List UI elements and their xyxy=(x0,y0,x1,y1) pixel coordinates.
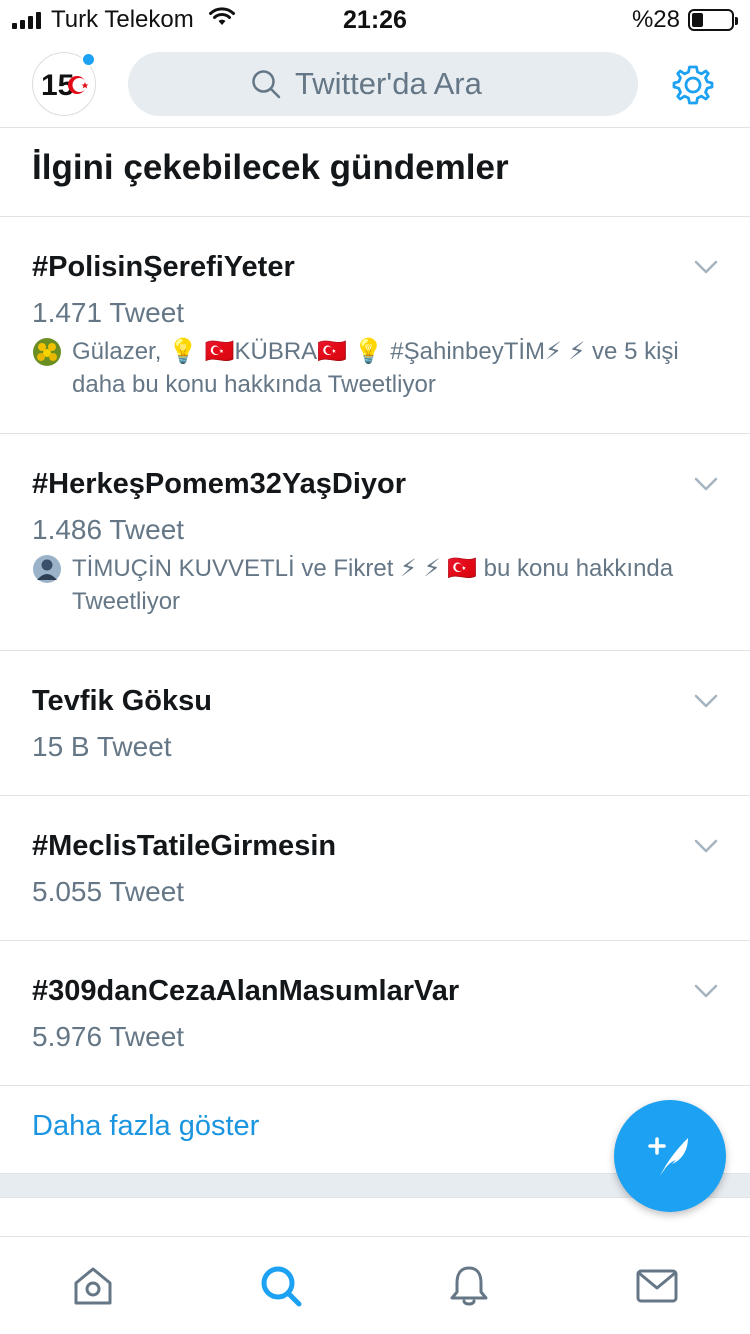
status-bar: Turk Telekom 21:26 %28 xyxy=(0,0,750,40)
section-title: İlgini çekebilecek gündemler xyxy=(32,148,509,187)
trend-item[interactable]: #309danCezaAlanMasumlarVar 5.976 Tweet xyxy=(0,941,750,1086)
trend-context: Gülazer, 💡 🇹🇷KÜBRA🇹🇷 💡 #ŞahinbeyTİM⚡ ⚡ v… xyxy=(32,335,710,401)
chevron-down-icon[interactable] xyxy=(694,259,718,275)
search-bar[interactable] xyxy=(128,52,638,116)
chevron-down-icon[interactable] xyxy=(694,983,718,999)
battery-percent: %28 xyxy=(631,6,680,33)
trend-count: 5.055 Tweet xyxy=(32,876,185,907)
trend-context-text: TİMUÇİN KUVVETLİ ve Fikret ⚡ ⚡ 🇹🇷 bu kon… xyxy=(72,555,674,615)
trend-count: 1.471 Tweet xyxy=(32,297,185,328)
compose-tweet-button[interactable] xyxy=(614,1100,726,1212)
tab-bar xyxy=(0,1236,750,1334)
trend-name: Tevfik Göksu xyxy=(32,685,212,717)
notifications-tab[interactable] xyxy=(446,1263,492,1309)
trend-count: 15 B Tweet xyxy=(32,731,172,762)
messages-tab[interactable] xyxy=(634,1263,680,1309)
home-tab[interactable] xyxy=(70,1263,116,1309)
trend-item[interactable]: #HerkeşPomem32YaşDiyor 1.486 Tweet TİMUÇ… xyxy=(0,434,750,651)
chevron-down-icon[interactable] xyxy=(694,838,718,854)
compose-feather-icon xyxy=(648,1137,688,1176)
trend-name: #MeclisTatileGirmesin xyxy=(32,830,337,862)
flower-avatar-icon xyxy=(32,337,62,367)
battery: %28 xyxy=(631,6,738,34)
trend-name: #HerkeşPomem32YaşDiyor xyxy=(32,468,407,500)
notification-dot xyxy=(81,52,96,67)
messages-icon xyxy=(636,1269,678,1303)
battery-icon xyxy=(688,9,738,31)
trend-item[interactable]: #PolisinŞerefiYeter 1.471 Tweet Gülazer,… xyxy=(0,217,750,434)
trend-item[interactable]: Tevfik Göksu 15 B Tweet xyxy=(0,651,750,796)
notifications-icon xyxy=(450,1266,488,1306)
trend-context: TİMUÇİN KUVVETLİ ve Fikret ⚡ ⚡ 🇹🇷 bu kon… xyxy=(32,552,710,618)
trend-context-text: Gülazer, 💡 🇹🇷KÜBRA🇹🇷 💡 #ŞahinbeyTİM⚡ ⚡ v… xyxy=(72,338,679,398)
trend-count: 5.976 Tweet xyxy=(32,1021,185,1052)
search-input[interactable] xyxy=(295,66,515,102)
top-header: 15 xyxy=(0,40,750,128)
search-tab[interactable] xyxy=(258,1263,304,1309)
home-icon xyxy=(74,1267,112,1305)
gear-icon[interactable] xyxy=(670,62,716,108)
show-more-link[interactable]: Daha fazla göster xyxy=(32,1110,259,1143)
trend-count: 1.486 Tweet xyxy=(32,514,185,545)
chevron-down-icon[interactable] xyxy=(694,693,718,709)
trend-name: #309danCezaAlanMasumlarVar xyxy=(32,975,460,1007)
search-icon xyxy=(261,1266,302,1307)
chevron-down-icon[interactable] xyxy=(694,476,718,492)
search-icon xyxy=(251,69,281,99)
trend-item[interactable]: #MeclisTatileGirmesin 5.055 Tweet xyxy=(0,796,750,941)
trend-name: #PolisinŞerefiYeter xyxy=(32,251,295,283)
user-avatar-icon xyxy=(32,554,62,584)
